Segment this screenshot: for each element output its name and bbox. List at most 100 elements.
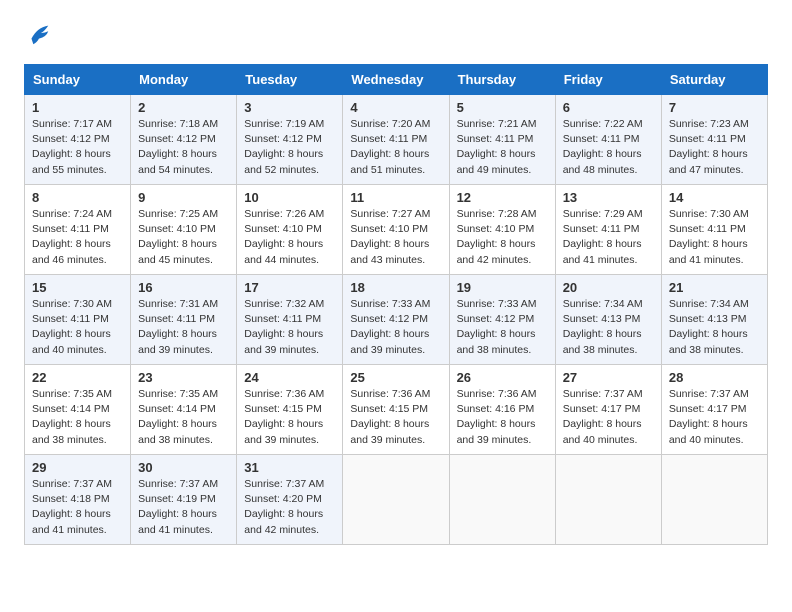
calendar-cell: 18 Sunrise: 7:33 AM Sunset: 4:12 PM Dayl… bbox=[343, 275, 449, 365]
sunset-text: Sunset: 4:11 PM bbox=[32, 312, 123, 327]
calendar-week-row: 1 Sunrise: 7:17 AM Sunset: 4:12 PM Dayli… bbox=[25, 95, 768, 185]
calendar-cell: 23 Sunrise: 7:35 AM Sunset: 4:14 PM Dayl… bbox=[131, 365, 237, 455]
day-number: 25 bbox=[350, 370, 441, 385]
day-info: Sunrise: 7:17 AM Sunset: 4:12 PM Dayligh… bbox=[32, 117, 123, 178]
daylight-text: Daylight: 8 hours and 39 minutes. bbox=[244, 327, 335, 357]
sunset-text: Sunset: 4:10 PM bbox=[244, 222, 335, 237]
daylight-text: Daylight: 8 hours and 43 minutes. bbox=[350, 237, 441, 267]
day-info: Sunrise: 7:25 AM Sunset: 4:10 PM Dayligh… bbox=[138, 207, 229, 268]
calendar-cell: 30 Sunrise: 7:37 AM Sunset: 4:19 PM Dayl… bbox=[131, 455, 237, 545]
daylight-text: Daylight: 8 hours and 41 minutes. bbox=[669, 237, 760, 267]
daylight-text: Daylight: 8 hours and 52 minutes. bbox=[244, 147, 335, 177]
day-number: 30 bbox=[138, 460, 229, 475]
weekday-header-monday: Monday bbox=[131, 65, 237, 95]
sunrise-text: Sunrise: 7:25 AM bbox=[138, 207, 229, 222]
sunset-text: Sunset: 4:11 PM bbox=[563, 222, 654, 237]
day-number: 19 bbox=[457, 280, 548, 295]
sunset-text: Sunset: 4:12 PM bbox=[32, 132, 123, 147]
sunrise-text: Sunrise: 7:32 AM bbox=[244, 297, 335, 312]
day-number: 15 bbox=[32, 280, 123, 295]
calendar-cell: 17 Sunrise: 7:32 AM Sunset: 4:11 PM Dayl… bbox=[237, 275, 343, 365]
calendar-cell: 31 Sunrise: 7:37 AM Sunset: 4:20 PM Dayl… bbox=[237, 455, 343, 545]
day-number: 2 bbox=[138, 100, 229, 115]
day-info: Sunrise: 7:37 AM Sunset: 4:17 PM Dayligh… bbox=[669, 387, 760, 448]
day-info: Sunrise: 7:30 AM Sunset: 4:11 PM Dayligh… bbox=[32, 297, 123, 358]
sunrise-text: Sunrise: 7:31 AM bbox=[138, 297, 229, 312]
day-info: Sunrise: 7:34 AM Sunset: 4:13 PM Dayligh… bbox=[669, 297, 760, 358]
daylight-text: Daylight: 8 hours and 44 minutes. bbox=[244, 237, 335, 267]
daylight-text: Daylight: 8 hours and 55 minutes. bbox=[32, 147, 123, 177]
daylight-text: Daylight: 8 hours and 46 minutes. bbox=[32, 237, 123, 267]
sunrise-text: Sunrise: 7:37 AM bbox=[563, 387, 654, 402]
calendar-cell: 2 Sunrise: 7:18 AM Sunset: 4:12 PM Dayli… bbox=[131, 95, 237, 185]
calendar-cell: 28 Sunrise: 7:37 AM Sunset: 4:17 PM Dayl… bbox=[661, 365, 767, 455]
sunset-text: Sunset: 4:11 PM bbox=[563, 132, 654, 147]
daylight-text: Daylight: 8 hours and 41 minutes. bbox=[32, 507, 123, 537]
daylight-text: Daylight: 8 hours and 38 minutes. bbox=[457, 327, 548, 357]
daylight-text: Daylight: 8 hours and 49 minutes. bbox=[457, 147, 548, 177]
sunrise-text: Sunrise: 7:20 AM bbox=[350, 117, 441, 132]
day-info: Sunrise: 7:37 AM Sunset: 4:20 PM Dayligh… bbox=[244, 477, 335, 538]
calendar-cell: 11 Sunrise: 7:27 AM Sunset: 4:10 PM Dayl… bbox=[343, 185, 449, 275]
day-info: Sunrise: 7:27 AM Sunset: 4:10 PM Dayligh… bbox=[350, 207, 441, 268]
daylight-text: Daylight: 8 hours and 42 minutes. bbox=[457, 237, 548, 267]
daylight-text: Daylight: 8 hours and 39 minutes. bbox=[244, 417, 335, 447]
daylight-text: Daylight: 8 hours and 38 minutes. bbox=[32, 417, 123, 447]
day-number: 16 bbox=[138, 280, 229, 295]
calendar-week-row: 8 Sunrise: 7:24 AM Sunset: 4:11 PM Dayli… bbox=[25, 185, 768, 275]
sunset-text: Sunset: 4:15 PM bbox=[350, 402, 441, 417]
day-info: Sunrise: 7:22 AM Sunset: 4:11 PM Dayligh… bbox=[563, 117, 654, 178]
day-number: 17 bbox=[244, 280, 335, 295]
sunrise-text: Sunrise: 7:28 AM bbox=[457, 207, 548, 222]
day-info: Sunrise: 7:28 AM Sunset: 4:10 PM Dayligh… bbox=[457, 207, 548, 268]
sunrise-text: Sunrise: 7:18 AM bbox=[138, 117, 229, 132]
day-info: Sunrise: 7:18 AM Sunset: 4:12 PM Dayligh… bbox=[138, 117, 229, 178]
calendar-cell: 14 Sunrise: 7:30 AM Sunset: 4:11 PM Dayl… bbox=[661, 185, 767, 275]
calendar-cell: 6 Sunrise: 7:22 AM Sunset: 4:11 PM Dayli… bbox=[555, 95, 661, 185]
day-number: 12 bbox=[457, 190, 548, 205]
weekday-header-saturday: Saturday bbox=[661, 65, 767, 95]
sunrise-text: Sunrise: 7:36 AM bbox=[457, 387, 548, 402]
day-info: Sunrise: 7:35 AM Sunset: 4:14 PM Dayligh… bbox=[32, 387, 123, 448]
weekday-header-tuesday: Tuesday bbox=[237, 65, 343, 95]
day-info: Sunrise: 7:19 AM Sunset: 4:12 PM Dayligh… bbox=[244, 117, 335, 178]
calendar-week-row: 29 Sunrise: 7:37 AM Sunset: 4:18 PM Dayl… bbox=[25, 455, 768, 545]
sunrise-text: Sunrise: 7:33 AM bbox=[350, 297, 441, 312]
day-number: 26 bbox=[457, 370, 548, 385]
day-number: 4 bbox=[350, 100, 441, 115]
sunrise-text: Sunrise: 7:33 AM bbox=[457, 297, 548, 312]
sunrise-text: Sunrise: 7:27 AM bbox=[350, 207, 441, 222]
day-number: 8 bbox=[32, 190, 123, 205]
sunset-text: Sunset: 4:14 PM bbox=[32, 402, 123, 417]
day-number: 20 bbox=[563, 280, 654, 295]
sunrise-text: Sunrise: 7:19 AM bbox=[244, 117, 335, 132]
sunrise-text: Sunrise: 7:17 AM bbox=[32, 117, 123, 132]
calendar-cell bbox=[449, 455, 555, 545]
calendar-cell: 5 Sunrise: 7:21 AM Sunset: 4:11 PM Dayli… bbox=[449, 95, 555, 185]
calendar-body: 1 Sunrise: 7:17 AM Sunset: 4:12 PM Dayli… bbox=[25, 95, 768, 545]
sunrise-text: Sunrise: 7:23 AM bbox=[669, 117, 760, 132]
daylight-text: Daylight: 8 hours and 39 minutes. bbox=[350, 417, 441, 447]
sunset-text: Sunset: 4:13 PM bbox=[563, 312, 654, 327]
sunrise-text: Sunrise: 7:36 AM bbox=[244, 387, 335, 402]
sunset-text: Sunset: 4:10 PM bbox=[457, 222, 548, 237]
day-number: 6 bbox=[563, 100, 654, 115]
day-number: 27 bbox=[563, 370, 654, 385]
day-number: 22 bbox=[32, 370, 123, 385]
daylight-text: Daylight: 8 hours and 40 minutes. bbox=[669, 417, 760, 447]
sunset-text: Sunset: 4:11 PM bbox=[138, 312, 229, 327]
calendar-cell: 26 Sunrise: 7:36 AM Sunset: 4:16 PM Dayl… bbox=[449, 365, 555, 455]
day-info: Sunrise: 7:36 AM Sunset: 4:15 PM Dayligh… bbox=[244, 387, 335, 448]
daylight-text: Daylight: 8 hours and 40 minutes. bbox=[563, 417, 654, 447]
calendar-cell bbox=[343, 455, 449, 545]
day-info: Sunrise: 7:35 AM Sunset: 4:14 PM Dayligh… bbox=[138, 387, 229, 448]
sunset-text: Sunset: 4:17 PM bbox=[563, 402, 654, 417]
calendar-cell: 25 Sunrise: 7:36 AM Sunset: 4:15 PM Dayl… bbox=[343, 365, 449, 455]
sunrise-text: Sunrise: 7:36 AM bbox=[350, 387, 441, 402]
day-info: Sunrise: 7:36 AM Sunset: 4:16 PM Dayligh… bbox=[457, 387, 548, 448]
day-info: Sunrise: 7:30 AM Sunset: 4:11 PM Dayligh… bbox=[669, 207, 760, 268]
sunset-text: Sunset: 4:17 PM bbox=[669, 402, 760, 417]
sunrise-text: Sunrise: 7:24 AM bbox=[32, 207, 123, 222]
day-info: Sunrise: 7:37 AM Sunset: 4:19 PM Dayligh… bbox=[138, 477, 229, 538]
calendar-header-row: SundayMondayTuesdayWednesdayThursdayFrid… bbox=[25, 65, 768, 95]
